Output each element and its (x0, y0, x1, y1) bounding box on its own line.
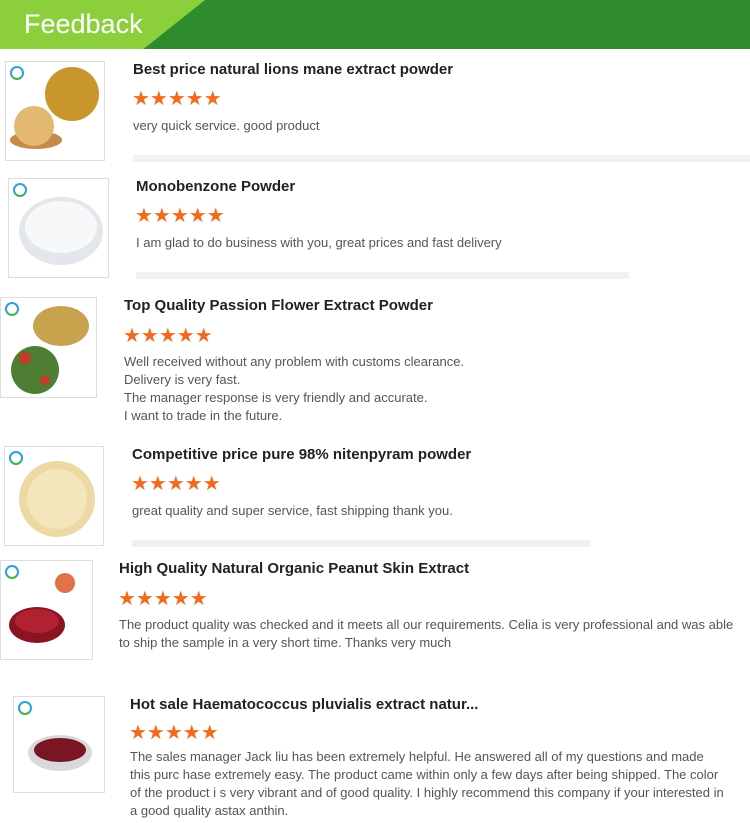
comment-line: The manager response is very friendly an… (124, 390, 428, 405)
star-rating: ★★★★★ (132, 88, 222, 110)
review-comment: I am glad to do business with you, great… (136, 235, 502, 250)
comment-line: Well received without any problem with c… (124, 354, 465, 369)
review-comment: very quick service. good product (133, 118, 320, 133)
product-name[interactable]: Monobenzone Powder (136, 178, 295, 195)
product-name[interactable]: Competitive price pure 98% nitenpyram po… (132, 446, 471, 463)
product-name[interactable]: Best price natural lions mane extract po… (133, 61, 453, 78)
brand-logo-icon (10, 66, 24, 80)
comment-line: I want to trade in the future. (124, 408, 283, 423)
brand-logo-icon (9, 451, 23, 465)
review-comment: The sales manager Jack liu has been extr… (130, 749, 724, 818)
star-rating: ★★★★★ (123, 325, 213, 347)
brand-logo-icon (5, 565, 19, 579)
product-thumbnail[interactable] (5, 61, 105, 161)
comment-line: Delivery is very fast. (124, 372, 241, 387)
brand-logo-icon (13, 183, 27, 197)
brand-logo-icon (5, 302, 19, 316)
star-rating: ★★★★★ (118, 588, 208, 610)
separator (136, 272, 629, 279)
product-thumbnail[interactable] (0, 297, 97, 398)
feedback-header: Feedback (0, 0, 750, 49)
product-name[interactable]: Hot sale Haematococcus pluvialis extract… (130, 696, 478, 713)
review-comment: great quality and super service, fast sh… (132, 503, 453, 518)
product-thumbnail[interactable] (4, 446, 104, 546)
star-rating: ★★★★★ (129, 722, 219, 744)
separator (132, 540, 591, 547)
product-name[interactable]: Top Quality Passion Flower Extract Powde… (124, 297, 433, 314)
review-comment: The product quality was checked and it m… (119, 617, 734, 650)
product-thumbnail[interactable] (0, 560, 93, 660)
star-rating: ★★★★★ (131, 473, 221, 495)
product-thumbnail[interactable] (8, 178, 109, 278)
review-comment: Well received without any problem with c… (124, 353, 464, 425)
page-title: Feedback (24, 9, 143, 39)
star-rating: ★★★★★ (135, 205, 225, 227)
product-name[interactable]: High Quality Natural Organic Peanut Skin… (119, 560, 469, 577)
brand-logo-icon (18, 701, 32, 715)
separator (133, 155, 750, 162)
product-thumbnail[interactable] (13, 696, 105, 793)
